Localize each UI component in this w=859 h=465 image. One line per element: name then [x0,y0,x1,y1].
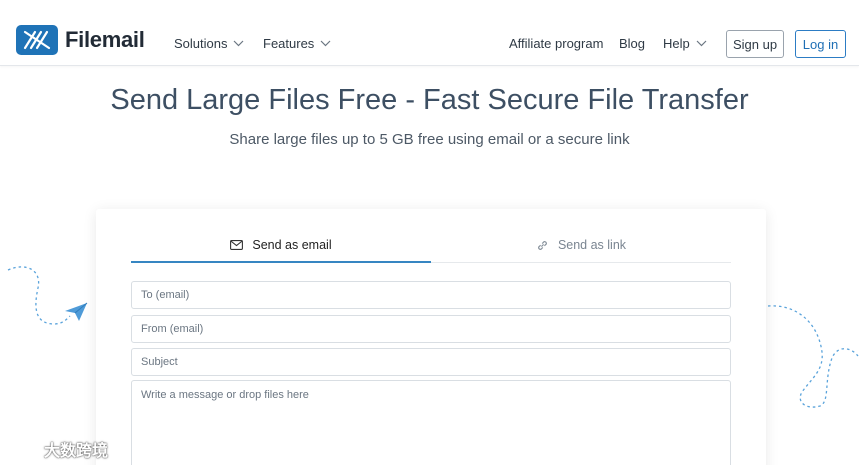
link-icon [536,239,549,252]
paper-plane-icon [65,302,88,321]
filemail-logo[interactable]: Filemail [16,25,145,55]
nav-features[interactable]: Features [263,36,331,51]
chevron-down-icon [696,40,707,47]
from-email-field[interactable] [131,315,731,343]
chevron-down-icon [320,40,331,47]
nav-solutions-label: Solutions [174,36,228,51]
site-header: Filemail Solutions Features Affiliate pr… [0,0,859,66]
page-title: Send Large Files Free - Fast Secure File… [110,84,749,116]
tab-send-as-email-label: Send as email [252,237,332,252]
signup-button[interactable]: Sign up [726,30,784,58]
upload-form-card: Send as email Send as link [96,209,766,465]
to-email-field[interactable] [131,281,731,309]
nav-solutions[interactable]: Solutions [174,36,244,51]
login-button[interactable]: Log in [795,30,846,58]
watermark-logo-icon [7,442,38,456]
message-dropzone-field[interactable] [131,380,731,465]
watermark: 大数跨境 [6,437,108,461]
tab-send-as-email[interactable]: Send as email [131,228,431,263]
logo-mark-icon [16,25,58,55]
nav-help-label: Help [663,36,690,51]
subject-field[interactable] [131,348,731,376]
nav-blog[interactable]: Blog [619,36,645,51]
chevron-down-icon [234,40,244,47]
logo-text: Filemail [65,27,145,52]
page-subtitle: Share large files up to 5 GB free using … [229,131,630,148]
nav-affiliate-program[interactable]: Affiliate program [509,36,603,51]
mail-icon [230,239,244,250]
nav-help[interactable]: Help [663,36,707,51]
nav-features-label: Features [263,36,315,51]
tab-send-as-link[interactable]: Send as link [431,228,731,263]
watermark-text: 大数跨境 [44,443,109,460]
tab-send-as-link-label: Send as link [557,238,627,252]
dashed-flight-path-right [767,305,859,408]
